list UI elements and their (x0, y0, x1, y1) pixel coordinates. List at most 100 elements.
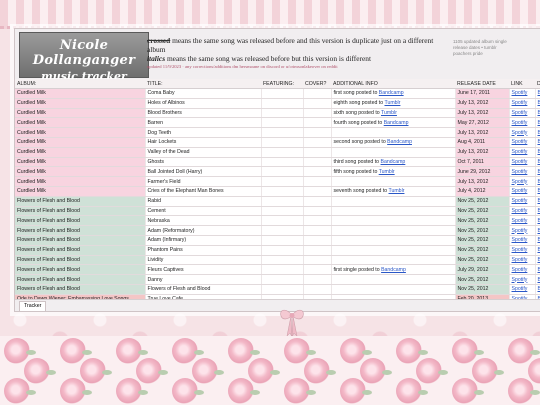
album-cell[interactable]: Flowers of Flesh and Blood (15, 245, 146, 256)
table-row[interactable]: Curdled Milk Blood Brothers sixth song pos… (15, 108, 540, 119)
title-cell[interactable]: Phantom Pains (145, 245, 262, 256)
download-cell[interactable]: Band (535, 186, 540, 197)
featuring-cell[interactable] (261, 274, 304, 285)
info-link[interactable]: Bandcamp (379, 90, 404, 96)
release-date-cell[interactable]: Nov 25, 2012 (455, 245, 510, 256)
info-cell[interactable] (331, 245, 456, 256)
spotify-link[interactable]: Spotify (512, 208, 528, 214)
album-cell[interactable]: Flowers of Flesh and Blood (15, 264, 146, 276)
table-row[interactable]: Curdled Milk Barren fourth song posted to … (15, 117, 540, 129)
release-date-cell[interactable]: Nov 25, 2012 (455, 215, 510, 227)
cover-cell[interactable] (303, 215, 332, 227)
featuring-cell[interactable] (261, 196, 304, 207)
featuring-cell[interactable] (261, 147, 304, 158)
featuring-cell[interactable] (261, 264, 304, 276)
spotify-link[interactable]: Spotify (512, 237, 528, 243)
album-cell[interactable]: Curdled Milk (15, 108, 146, 119)
download-cell[interactable]: Band (535, 284, 540, 295)
title-cell[interactable]: Blood Brothers (145, 108, 262, 119)
table-row[interactable]: Curdled Milk Ball Jointed Doll (Harry) fif… (15, 166, 540, 178)
featuring-cell[interactable] (261, 215, 304, 227)
title-cell[interactable]: Cement (145, 206, 262, 217)
table-row[interactable]: Flowers of Flesh and Blood Adam (Infirmar… (15, 235, 540, 246)
spotify-link[interactable]: Spotify (512, 267, 528, 273)
release-date-cell[interactable]: May 27, 2012 (455, 117, 510, 129)
tab-tracker[interactable]: Tracker (19, 301, 47, 311)
link-cell[interactable]: Spotify (509, 206, 536, 217)
download-cell[interactable]: Band (535, 137, 540, 148)
title-cell[interactable]: Barren (145, 117, 262, 129)
album-cell[interactable]: Curdled Milk (15, 127, 146, 138)
title-cell[interactable]: Holes of Albinos (145, 98, 262, 109)
spotify-link[interactable]: Spotify (512, 188, 528, 194)
table-row[interactable]: Curdled Milk Hair Lockets second song post… (15, 137, 540, 148)
spotify-link[interactable]: Spotify (512, 218, 528, 224)
featuring-cell[interactable] (261, 186, 304, 197)
title-cell[interactable]: Fleurs Captives (145, 264, 262, 276)
info-cell[interactable]: fifth song posted to Tumblr (331, 166, 456, 178)
featuring-cell[interactable] (261, 225, 304, 236)
info-cell[interactable] (331, 206, 456, 217)
link-cell[interactable]: Spotify (509, 127, 536, 138)
album-cell[interactable]: Curdled Milk (15, 147, 146, 158)
featuring-cell[interactable] (261, 235, 304, 246)
info-cell[interactable] (331, 196, 456, 207)
release-date-cell[interactable]: Nov 25, 2012 (455, 284, 510, 295)
title-cell[interactable]: Ghosts (145, 157, 262, 168)
album-cell[interactable]: Curdled Milk (15, 117, 146, 129)
cover-cell[interactable] (303, 255, 332, 266)
featuring-cell[interactable] (261, 137, 304, 148)
album-cell[interactable]: Curdled Milk (15, 137, 146, 148)
link-cell[interactable]: Spotify (509, 98, 536, 109)
title-cell[interactable]: Farmer's Field (145, 176, 262, 187)
info-link[interactable]: Bandcamp (381, 159, 406, 165)
cover-cell[interactable] (303, 137, 332, 148)
download-cell[interactable]: Band (535, 255, 540, 266)
release-date-cell[interactable]: July 29, 2012 (455, 264, 510, 276)
release-date-cell[interactable]: July 13, 2012 (455, 108, 510, 119)
cover-cell[interactable] (303, 264, 332, 276)
cover-cell[interactable] (303, 186, 332, 197)
album-cell[interactable]: Flowers of Flesh and Blood (15, 215, 146, 227)
spotify-link[interactable]: Spotify (512, 228, 528, 234)
download-cell[interactable]: Band (535, 274, 540, 285)
download-cell[interactable]: Band (535, 225, 540, 236)
album-cell[interactable]: Flowers of Flesh and Blood (15, 255, 146, 266)
table-row[interactable]: Curdled Milk Cries of the Elephant Man Bo… (15, 186, 540, 197)
link-cell[interactable]: Spotify (509, 274, 536, 285)
title-cell[interactable]: Ball Jointed Doll (Harry) (145, 166, 262, 178)
spotify-link[interactable]: Spotify (512, 100, 528, 106)
album-cell[interactable]: Curdled Milk (15, 166, 146, 178)
release-date-cell[interactable]: July 13, 2012 (455, 98, 510, 109)
download-cell[interactable]: Band (535, 264, 540, 276)
album-cell[interactable]: Curdled Milk (15, 176, 146, 187)
cover-cell[interactable] (303, 147, 332, 158)
release-date-cell[interactable]: Oct 7, 2011 (455, 157, 510, 168)
spotify-link[interactable]: Spotify (512, 120, 528, 126)
link-cell[interactable]: Spotify (509, 255, 536, 266)
table-row[interactable]: Curdled Milk Ghosts third song posted to B… (15, 157, 540, 168)
release-date-cell[interactable]: Nov 25, 2012 (455, 255, 510, 266)
featuring-cell[interactable] (261, 127, 304, 138)
info-cell[interactable]: second song posted to Bandcamp (331, 137, 456, 148)
cover-cell[interactable] (303, 166, 332, 178)
album-cell[interactable]: Curdled Milk (15, 88, 146, 99)
table-row[interactable]: Flowers of Flesh and Blood Flowers of Fle… (15, 284, 540, 295)
download-cell[interactable]: Band (535, 88, 540, 99)
table-row[interactable]: Curdled Milk Dog Teeth July 13, 2012 Spotif… (15, 127, 540, 138)
release-date-cell[interactable]: Nov 25, 2012 (455, 225, 510, 236)
info-cell[interactable] (331, 127, 456, 138)
download-cell[interactable]: Band (535, 166, 540, 178)
featuring-cell[interactable] (261, 98, 304, 109)
release-date-cell[interactable]: July 13, 2012 (455, 176, 510, 187)
info-cell[interactable] (331, 147, 456, 158)
table-row[interactable]: Flowers of Flesh and Blood Lividity Nov 25… (15, 255, 540, 266)
spotify-link[interactable]: Spotify (512, 247, 528, 253)
featuring-cell[interactable] (261, 255, 304, 266)
download-cell[interactable]: Band (535, 108, 540, 119)
title-cell[interactable]: Rabid (145, 196, 262, 207)
featuring-cell[interactable] (261, 284, 304, 295)
info-link[interactable]: Tumblr (381, 110, 397, 116)
release-date-cell[interactable]: July 13, 2012 (455, 127, 510, 138)
featuring-cell[interactable] (261, 157, 304, 168)
